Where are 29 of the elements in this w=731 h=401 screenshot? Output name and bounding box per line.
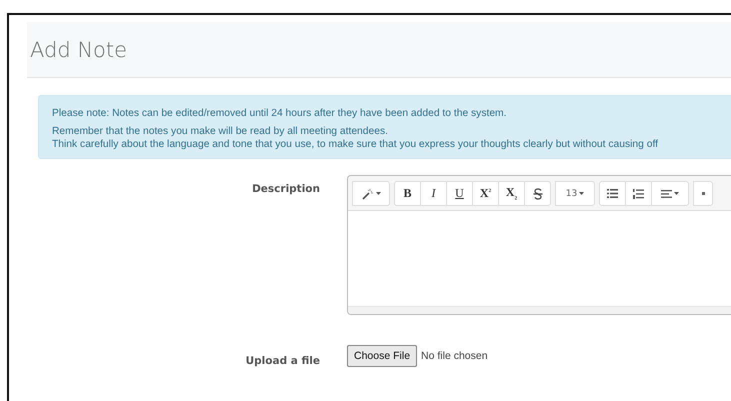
format-button[interactable]: X$^{2}$	[472, 181, 499, 206]
format-button[interactable]: B	[394, 181, 421, 206]
align-left-icon	[661, 190, 672, 198]
alert-text: Please note: Notes can be edited/removed until 24 hours after they have been added to the system.	[52, 108, 508, 119]
alert-text: Remember that the notes you make will be read by all meeting attendees.	[52, 126, 389, 137]
format-button[interactable]: X$_{2}$	[498, 181, 525, 206]
format-button[interactable]: I	[420, 181, 447, 206]
choose-file-button[interactable]: Choose File	[347, 345, 418, 367]
toolbar-button[interactable]	[625, 181, 652, 206]
toolbar-button[interactable]	[352, 181, 390, 206]
rich-text-editor[interactable]: B I U X$^{2}$ X$_{2}$ 13	[347, 175, 731, 315]
strikethrough-icon	[532, 188, 542, 200]
toolbar-button[interactable]	[524, 181, 551, 206]
alert-text: Think carefully about the language and tone that you use, to make sure that you express your thoughts clearly but without causing off	[52, 139, 659, 150]
caret-icon	[674, 192, 679, 196]
bulleted-list-icon	[607, 189, 618, 198]
description-label: Description	[251, 182, 320, 197]
page-title: Add Note	[30, 38, 128, 62]
format-button[interactable]: U	[446, 181, 473, 206]
magic-wand-icon	[362, 188, 374, 200]
toolbar-button[interactable]	[651, 181, 689, 206]
numbered-list-icon	[633, 188, 644, 198]
file-status: No file chosen	[421, 350, 488, 362]
toolbar-icon	[702, 192, 704, 195]
toolbar-button[interactable]	[599, 181, 626, 206]
caret-icon	[376, 192, 380, 196]
upload-label: Upload a file	[244, 354, 320, 367]
caret-icon	[579, 192, 584, 196]
format-button[interactable]: 13	[555, 181, 595, 206]
